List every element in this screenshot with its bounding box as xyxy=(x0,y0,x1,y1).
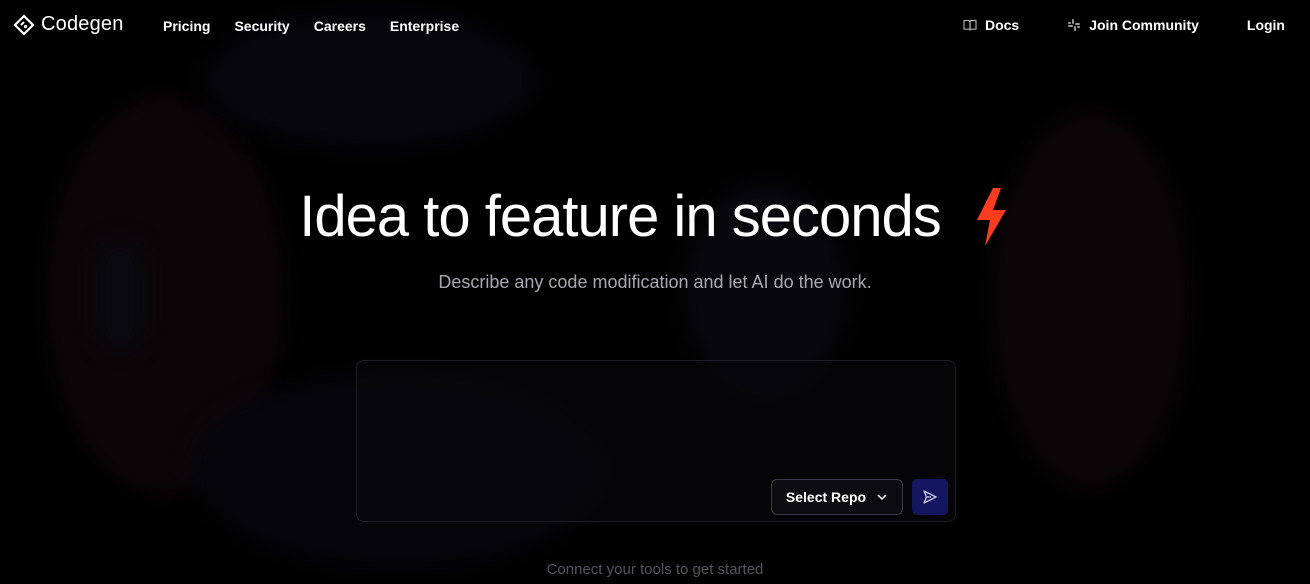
brand-logo[interactable]: Codegen xyxy=(13,13,124,36)
select-repo-dropdown[interactable]: Select Repo xyxy=(771,479,903,515)
lightning-bolt-icon xyxy=(976,187,1006,246)
nav-right: Docs Join Community Login xyxy=(963,17,1285,33)
hero-subtitle: Describe any code modification and let A… xyxy=(438,272,872,292)
chevron-down-icon xyxy=(877,494,887,501)
send-button[interactable] xyxy=(912,479,948,515)
slack-icon xyxy=(1068,19,1081,31)
login-link[interactable]: Login xyxy=(1247,17,1285,33)
community-label: Join Community xyxy=(1089,17,1199,33)
login-label: Login xyxy=(1246,17,1285,33)
docs-label: Docs xyxy=(984,17,1020,33)
nav-links: Pricing Security Careers Enterprise xyxy=(163,18,459,34)
send-icon xyxy=(923,490,937,504)
page: Codegen Pricing Security Careers Enterpr… xyxy=(0,0,1310,584)
top-nav: Codegen Pricing Security Careers Enterpr… xyxy=(0,0,1310,50)
select-repo-label: Select Repo xyxy=(785,489,867,505)
brand-name: Codegen xyxy=(41,13,124,35)
nav-link-pricing[interactable]: Pricing xyxy=(163,18,210,34)
nav-link-security[interactable]: Security xyxy=(234,18,289,34)
codegen-diamond-logo-icon xyxy=(13,13,35,36)
join-community-link[interactable]: Join Community xyxy=(1067,17,1199,33)
docs-link[interactable]: Docs xyxy=(963,17,1019,33)
nav-link-careers[interactable]: Careers xyxy=(314,18,366,34)
background-blob xyxy=(95,240,145,350)
hero-title: Idea to feature in seconds xyxy=(299,184,941,249)
prompt-box: Select Repo xyxy=(356,360,956,522)
hero-title-row: Idea to feature in seconds xyxy=(0,183,1310,250)
book-icon xyxy=(963,19,977,31)
background-blob xyxy=(990,110,1190,490)
prompt-input[interactable] xyxy=(369,373,943,477)
connect-tools-hint: Connect your tools to get started xyxy=(546,561,764,578)
nav-link-enterprise[interactable]: Enterprise xyxy=(390,18,459,34)
